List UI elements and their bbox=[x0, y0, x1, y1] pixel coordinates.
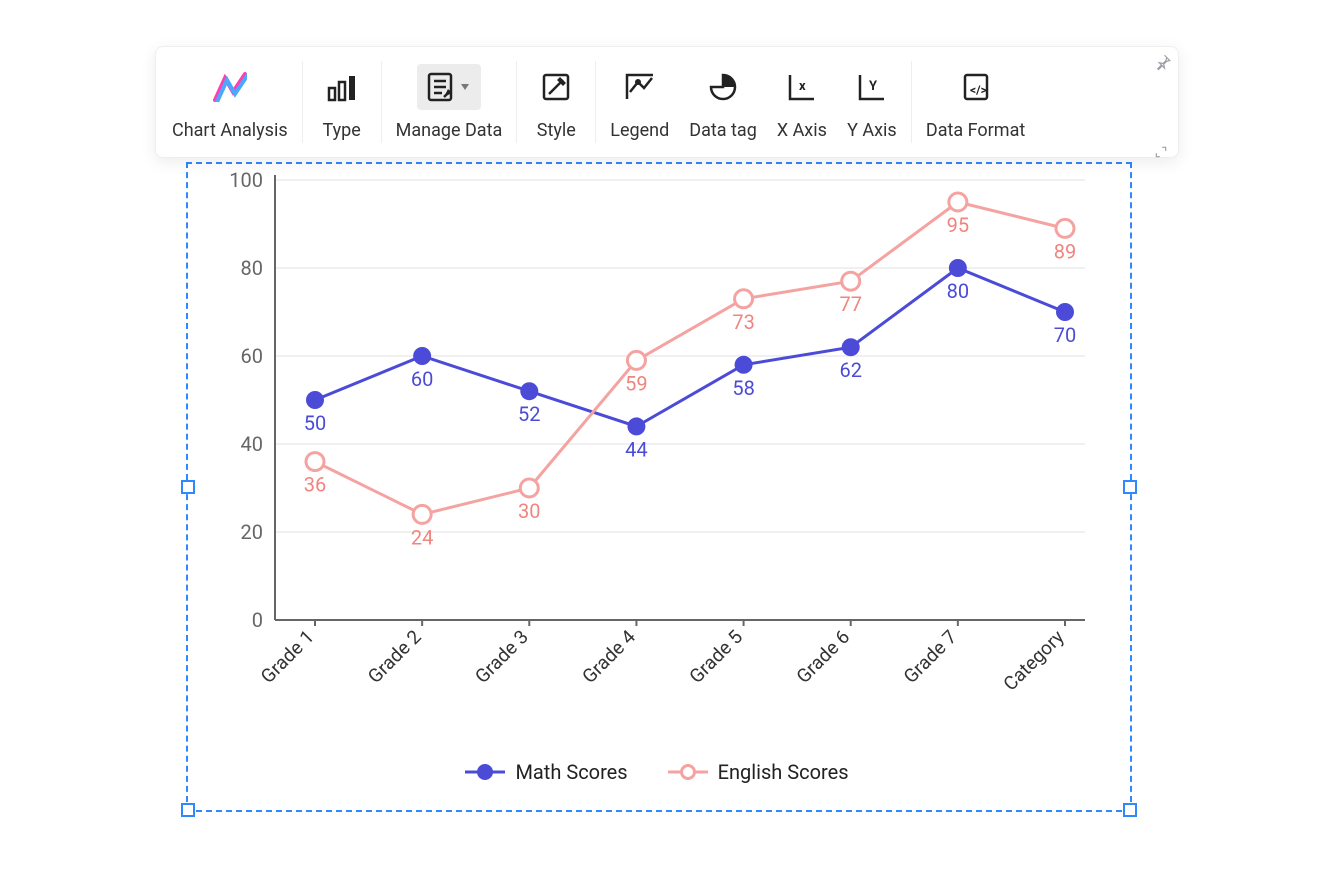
data-label-english: 89 bbox=[1054, 239, 1076, 263]
y-tick-label: 100 bbox=[229, 170, 263, 192]
toolbar-data-tag[interactable]: Data tag bbox=[679, 47, 767, 157]
bar-chart-icon bbox=[317, 64, 367, 110]
data-tag-icon bbox=[698, 64, 748, 110]
data-point-math[interactable] bbox=[413, 347, 431, 365]
data-label-english: 77 bbox=[839, 292, 861, 316]
toolbar-x-axis[interactable]: x X Axis bbox=[767, 47, 837, 157]
separator bbox=[302, 61, 303, 143]
x-tick-label: Grade 2 bbox=[363, 625, 426, 688]
svg-text:Y: Y bbox=[869, 79, 878, 94]
toolbar-chart-analysis[interactable]: Chart Analysis bbox=[162, 47, 298, 157]
manage-data-icon bbox=[417, 64, 481, 110]
legend-marker-filled bbox=[465, 762, 505, 782]
data-point-math[interactable] bbox=[949, 259, 967, 277]
data-point-math[interactable] bbox=[1056, 303, 1074, 321]
y-tick-label: 60 bbox=[241, 344, 263, 368]
toolbar-data-format[interactable]: </> Data Format bbox=[916, 47, 1035, 157]
data-format-icon: </> bbox=[951, 64, 1001, 110]
toolbar-y-axis[interactable]: Y Y Axis bbox=[837, 47, 907, 157]
x-tick-label: Grade 7 bbox=[899, 625, 962, 688]
chart-toolbar: Chart Analysis Type Manage Data bbox=[155, 46, 1179, 158]
x-axis-icon: x bbox=[777, 64, 827, 110]
data-label-math: 52 bbox=[518, 402, 540, 426]
data-point-math[interactable] bbox=[627, 417, 645, 435]
data-label-english: 36 bbox=[304, 473, 326, 497]
x-tick-label: Grade 5 bbox=[685, 625, 748, 688]
data-label-math: 44 bbox=[625, 437, 647, 461]
resize-handle-right[interactable] bbox=[1123, 480, 1137, 494]
legend-label: English Scores bbox=[718, 760, 849, 784]
data-label-english: 30 bbox=[518, 499, 540, 523]
toolbar-label: X Axis bbox=[777, 120, 827, 141]
legend-marker-hollow bbox=[668, 762, 708, 782]
pin-icon[interactable] bbox=[1154, 53, 1172, 75]
data-point-english[interactable] bbox=[735, 290, 753, 308]
separator bbox=[911, 61, 912, 143]
data-label-english: 59 bbox=[625, 371, 647, 395]
data-point-math[interactable] bbox=[735, 356, 753, 374]
data-label-math: 70 bbox=[1054, 323, 1076, 347]
data-point-english[interactable] bbox=[949, 193, 967, 211]
resize-handle-left[interactable] bbox=[181, 480, 195, 494]
data-point-english[interactable] bbox=[306, 453, 324, 471]
chart-legend: Math Scores English Scores bbox=[186, 760, 1128, 784]
data-label-english: 24 bbox=[411, 525, 433, 549]
toolbar-label: Manage Data bbox=[396, 120, 503, 141]
toolbar-legend[interactable]: Legend bbox=[600, 47, 679, 157]
legend-item-english[interactable]: English Scores bbox=[668, 760, 849, 784]
toolbar-label: Data tag bbox=[689, 120, 757, 141]
toolbar-label: Chart Analysis bbox=[172, 120, 288, 141]
svg-text:x: x bbox=[799, 79, 806, 94]
resize-handle-bottom-left[interactable] bbox=[181, 803, 195, 817]
legend-item-math[interactable]: Math Scores bbox=[465, 760, 627, 784]
data-point-english[interactable] bbox=[413, 505, 431, 523]
resize-handle-bottom-right[interactable] bbox=[1123, 803, 1137, 817]
data-label-english: 73 bbox=[732, 310, 754, 334]
data-label-english: 95 bbox=[947, 213, 969, 237]
data-point-english[interactable] bbox=[1056, 219, 1074, 237]
toolbar-label: Type bbox=[323, 120, 361, 141]
data-point-math[interactable] bbox=[520, 382, 538, 400]
toolbar-label: Y Axis bbox=[847, 120, 897, 141]
data-label-math: 80 bbox=[947, 279, 969, 303]
legend-icon bbox=[614, 64, 666, 110]
toolbar-label: Legend bbox=[610, 120, 669, 141]
separator bbox=[595, 61, 596, 143]
y-tick-label: 40 bbox=[241, 432, 263, 456]
x-tick-label: Grade 4 bbox=[577, 625, 640, 688]
y-tick-label: 0 bbox=[252, 608, 263, 632]
toolbar-type[interactable]: Type bbox=[307, 47, 377, 157]
x-tick-label: Category bbox=[998, 625, 1068, 695]
y-tick-label: 80 bbox=[241, 256, 263, 280]
data-point-math[interactable] bbox=[842, 338, 860, 356]
data-point-english[interactable] bbox=[842, 272, 860, 290]
toolbar-style[interactable]: Style bbox=[521, 47, 591, 157]
toolbar-manage-data[interactable]: Manage Data bbox=[386, 47, 513, 157]
data-label-math: 60 bbox=[411, 367, 433, 391]
style-icon bbox=[531, 64, 581, 110]
data-label-math: 58 bbox=[732, 376, 754, 400]
data-label-math: 62 bbox=[839, 358, 861, 382]
data-label-math: 50 bbox=[304, 411, 326, 435]
x-tick-label: Grade 1 bbox=[256, 625, 319, 688]
y-tick-label: 20 bbox=[241, 520, 263, 544]
expand-icon[interactable] bbox=[1154, 144, 1172, 163]
y-axis-icon: Y bbox=[847, 64, 897, 110]
x-tick-label: Grade 3 bbox=[470, 625, 533, 688]
toolbar-label: Style bbox=[537, 120, 576, 141]
line-chart: 0 20 40 60 80 100 Grade 1 Grade 2 Grade 3 Grade 4… bbox=[205, 170, 1105, 730]
separator bbox=[516, 61, 517, 143]
toolbar-label: Data Format bbox=[926, 120, 1025, 141]
svg-text:</>: </> bbox=[970, 83, 987, 97]
chart-analysis-icon bbox=[203, 64, 257, 110]
data-point-math[interactable] bbox=[306, 391, 324, 409]
legend-label: Math Scores bbox=[515, 760, 627, 784]
separator bbox=[381, 61, 382, 143]
x-tick-label: Grade 6 bbox=[792, 625, 855, 688]
data-point-english[interactable] bbox=[520, 479, 538, 497]
data-point-english[interactable] bbox=[627, 351, 645, 369]
